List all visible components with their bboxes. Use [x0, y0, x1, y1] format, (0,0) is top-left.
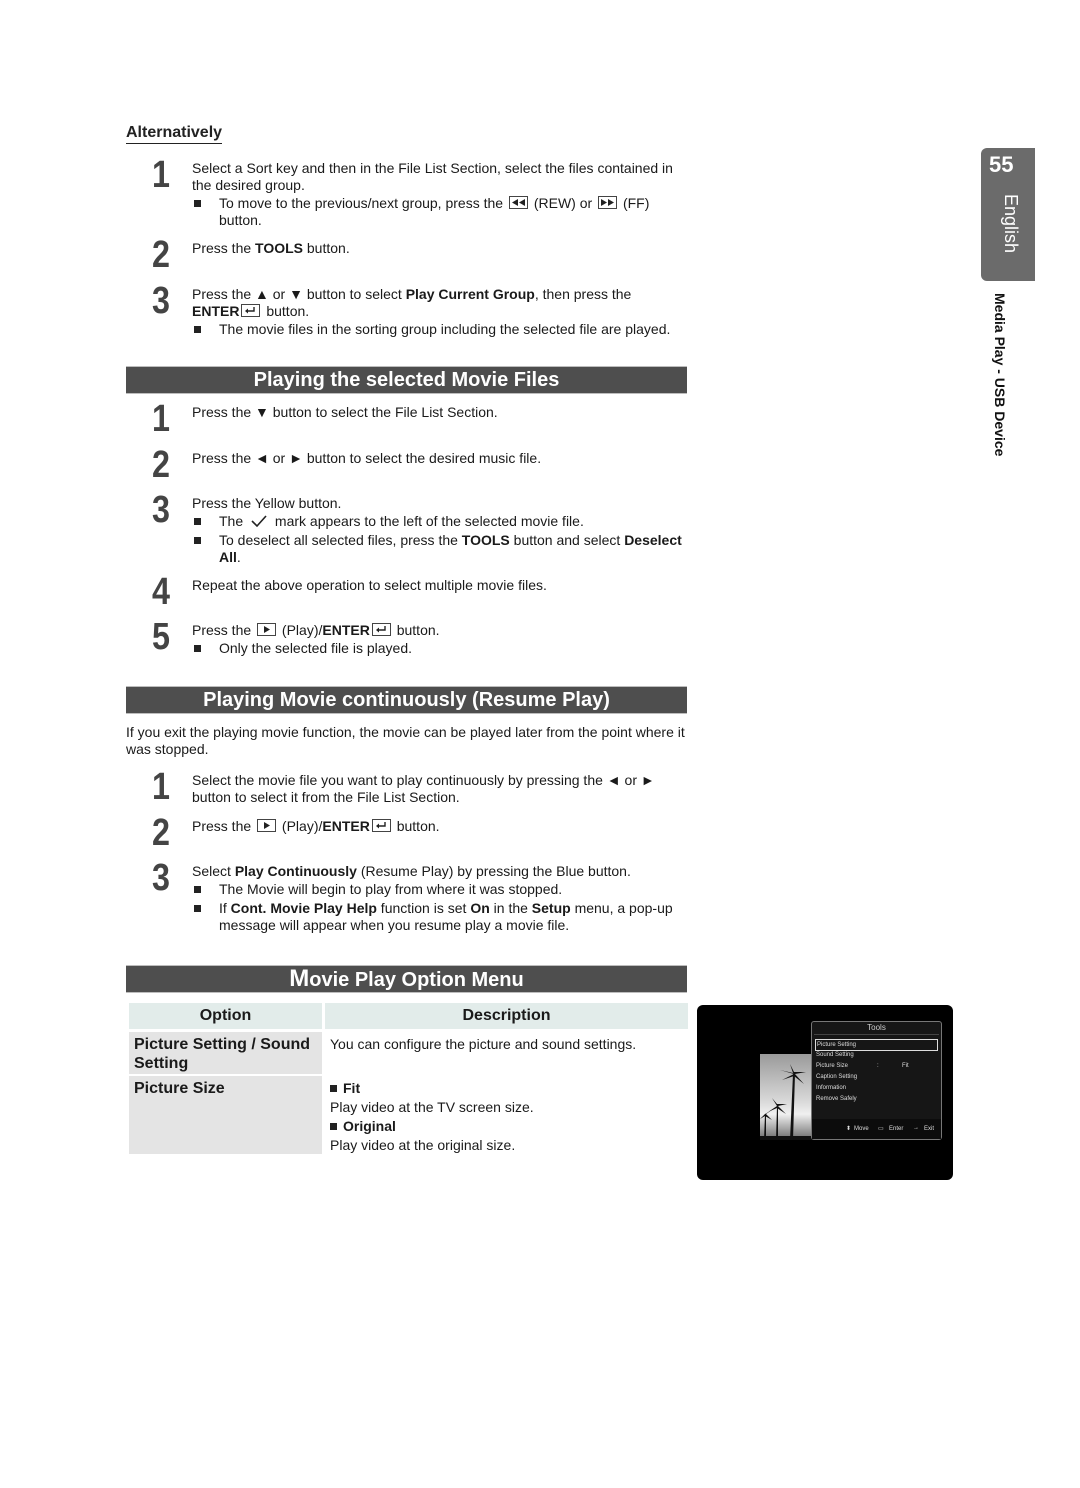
table-cell-description: You can configure the picture and sound …: [330, 1036, 637, 1052]
s1-step-1: 1 Press the ▼ button to select the File …: [126, 400, 686, 438]
s2-step-3: 3 Select Play Continuously (Resume Play)…: [126, 859, 686, 934]
step-text: Press the (Play)/ENTER button.: [192, 622, 440, 638]
s1-step-5: 5 Press the (Play)/ENTER button. Only th…: [126, 618, 686, 657]
alt-step-2: 2 Press the TOOLS button.: [126, 236, 686, 274]
alt-step-3: 3 Press the ▲ or ▼ button to select Play…: [126, 282, 686, 338]
tools-menu: Tools Picture Setting Sound Setting Pict…: [811, 1021, 942, 1140]
step-number: 4: [152, 571, 170, 613]
bullet-square-icon: [194, 905, 201, 912]
tools-item[interactable]: Picture Size: [816, 1061, 848, 1071]
step-number: 1: [152, 154, 170, 196]
tools-value: Fit: [902, 1063, 909, 1069]
step-bullet: Only the selected file is played.: [192, 640, 686, 657]
tools-sep: :: [877, 1063, 879, 1069]
enter-icon: [371, 623, 391, 636]
language-label: English: [1001, 194, 1021, 254]
section-title-option-menu: Movie Play Option Menu: [126, 965, 687, 993]
palm-silhouette-icon: [760, 1064, 818, 1140]
tools-item[interactable]: Caption Setting: [816, 1072, 857, 1082]
bullet-square-icon: [194, 537, 201, 544]
section-title-playing-selected: Playing the selected Movie Files: [126, 366, 687, 394]
alternatively-heading: Alternatively: [126, 124, 223, 144]
step-text: Select Play Continuously (Resume Play) b…: [192, 863, 631, 879]
play-icon: [257, 819, 277, 832]
move-icon: ⬍: [846, 1126, 852, 1132]
step-number: 5: [152, 616, 170, 658]
resume-intro: If you exit the playing movie function, …: [126, 724, 685, 757]
enter-icon: [241, 304, 261, 317]
bullet-square-icon: [330, 1123, 337, 1130]
step-text: Press the (Play)/ENTER button.: [192, 818, 440, 834]
step-number: 1: [152, 398, 170, 440]
step-text: Press the Yellow button.: [192, 495, 342, 511]
s2-step-2: 2 Press the (Play)/ENTER button.: [126, 814, 686, 852]
step-number: 2: [152, 234, 170, 276]
table-cell-description: Fit Play video at the TV screen size. Or…: [330, 1080, 534, 1153]
bullet-square-icon: [194, 518, 201, 525]
step-text: Select the movie file you want to play c…: [192, 772, 655, 805]
chapter-label: Media Play - USB Device: [992, 293, 1008, 457]
tools-item[interactable]: Sound Setting: [816, 1050, 854, 1060]
table-cell-option: Picture Setting / Sound Setting: [129, 1032, 322, 1074]
step-number: 2: [152, 812, 170, 854]
s1-step-2: 2 Press the ◄ or ► button to select the …: [126, 446, 686, 484]
step-number: 3: [152, 857, 170, 899]
table-header-description: Description: [325, 1003, 688, 1029]
rewind-icon: [508, 196, 528, 209]
play-icon: [257, 623, 277, 636]
enter-icon: ▭: [878, 1126, 884, 1132]
checkmark-icon: [251, 515, 267, 528]
step-number: 3: [152, 489, 170, 531]
step-text: Press the ◄ or ► button to select the de…: [192, 450, 542, 466]
tools-item[interactable]: Information: [816, 1083, 846, 1093]
bullet-square-icon: [330, 1085, 337, 1092]
section-title-resume-play: Playing Movie continuously (Resume Play): [126, 686, 687, 714]
step-bullet: To move to the previous/next group, pres…: [192, 195, 686, 229]
step-text: Press the ▲ or ▼ button to select Play C…: [192, 286, 632, 319]
tv-screenshot: Tools Picture Setting Sound Setting Pict…: [697, 1005, 953, 1180]
step-text: Select a Sort key and then in the File L…: [192, 160, 673, 193]
table-header-option: Option: [129, 1003, 322, 1029]
step-number: 3: [152, 280, 170, 322]
bullet-square-icon: [194, 200, 201, 207]
page-number: 55: [989, 152, 1014, 177]
step-text: Press the TOOLS button.: [192, 240, 350, 256]
s1-step-4: 4 Repeat the above operation to select m…: [126, 573, 686, 611]
enter-icon: [371, 819, 391, 832]
exit-icon: →: [913, 1125, 919, 1131]
tools-item[interactable]: Remove Safely: [816, 1094, 857, 1104]
step-text: Press the ▼ button to select the File Li…: [192, 404, 498, 420]
bullet-square-icon: [194, 326, 201, 333]
step-bullet: The mark appears to the left of the sele…: [192, 513, 686, 530]
alt-step-1: 1 Select a Sort key and then in the File…: [126, 156, 686, 229]
table-cell-option: Picture Size: [129, 1076, 322, 1154]
bullet-square-icon: [194, 645, 201, 652]
tools-footer: ⬍ Move ▭ Enter → Exit: [812, 1119, 941, 1139]
s2-step-1: 1 Select the movie file you want to play…: [126, 768, 686, 806]
step-text: Repeat the above operation to select mul…: [192, 577, 547, 593]
bullet-square-icon: [194, 886, 201, 893]
step-number: 1: [152, 766, 170, 808]
step-bullet: The movie files in the sorting group inc…: [192, 321, 686, 338]
palm-tree-photo: [760, 1054, 818, 1140]
tools-title: Tools: [867, 1023, 886, 1032]
step-bullet: To deselect all selected files, press th…: [192, 532, 686, 566]
fast-forward-icon: [598, 196, 618, 209]
step-bullet: The Movie will begin to play from where …: [192, 881, 686, 898]
step-bullet: If Cont. Movie Play Help function is set…: [192, 900, 686, 934]
s1-step-3: 3 Press the Yellow button. The mark appe…: [126, 491, 686, 566]
step-number: 2: [152, 444, 170, 486]
